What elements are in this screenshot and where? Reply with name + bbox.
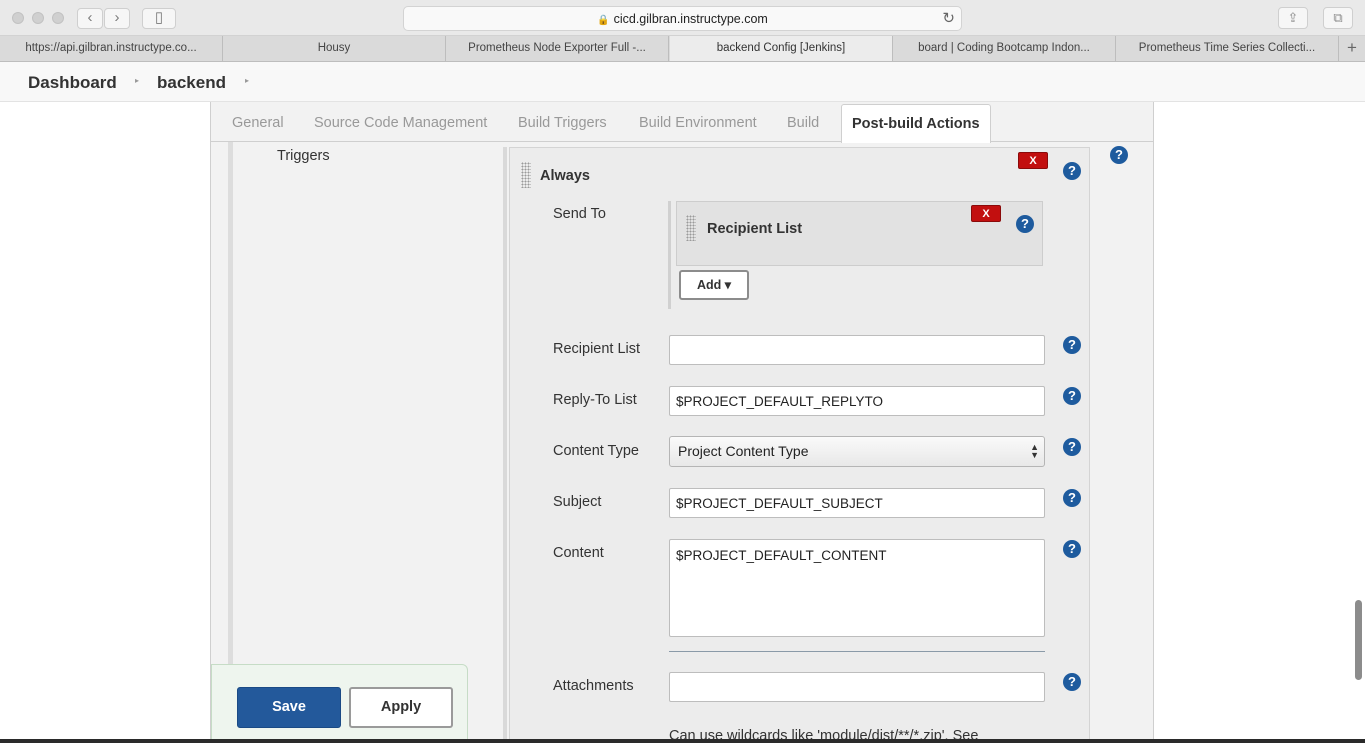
browser-tab[interactable]: https://api.gilbran.instructype.co...	[0, 36, 223, 61]
browser-tab[interactable]: Prometheus Node Exporter Full -...	[446, 36, 669, 61]
config-page: General Source Code Management Build Tri…	[210, 102, 1154, 743]
content-type-value: Project Content Type	[678, 443, 809, 459]
minimize-window-button[interactable]	[32, 12, 44, 24]
drag-handle-icon[interactable]	[686, 215, 696, 241]
sidebar-toggle-icon[interactable]: ▯	[142, 8, 176, 29]
help-icon[interactable]: ?	[1063, 489, 1081, 507]
content-label: Content	[553, 545, 604, 561]
always-trigger-panel: Always X ? Send To Recipient List X ? Ad…	[509, 147, 1090, 743]
breadcrumb-dashboard[interactable]: Dashboard	[28, 73, 117, 93]
tab-post-build-actions[interactable]: Post-build Actions	[841, 104, 991, 143]
attachments-label: Attachments	[553, 678, 634, 694]
bottom-edge	[0, 739, 1365, 743]
tab-general[interactable]: General	[232, 115, 284, 131]
url-text: cicd.gilbran.instructype.com	[613, 12, 768, 26]
help-icon[interactable]: ?	[1063, 336, 1081, 354]
browser-tab[interactable]: board | Coding Bootcamp Indon...	[893, 36, 1116, 61]
forward-icon[interactable]: ›	[104, 8, 130, 29]
tab-bar: https://api.gilbran.instructype.co... Ho…	[0, 36, 1365, 62]
subject-input[interactable]	[669, 488, 1045, 518]
content-type-label: Content Type	[553, 443, 639, 459]
triggers-label: Triggers	[277, 148, 330, 164]
lock-icon: 🔒	[597, 15, 610, 26]
zoom-window-button[interactable]	[52, 12, 64, 24]
close-window-button[interactable]	[12, 12, 24, 24]
breadcrumb-backend[interactable]: backend	[157, 73, 226, 93]
recipient-list-panel: Recipient List X ?	[676, 201, 1043, 266]
chevron-right-icon[interactable]: ▸	[245, 76, 249, 85]
recipient-list-label: Recipient List	[553, 341, 641, 357]
delete-trigger-button[interactable]: X	[1018, 152, 1048, 169]
content-type-select[interactable]: Project Content Type ▲ ▼	[669, 436, 1045, 467]
breadcrumb: Dashboard ▸ backend ▸	[0, 62, 1365, 102]
tab-build-environment[interactable]: Build Environment	[639, 115, 757, 131]
scrollbar-thumb[interactable]	[1355, 600, 1362, 680]
help-icon[interactable]: ?	[1063, 673, 1081, 691]
drag-handle-icon[interactable]	[521, 162, 531, 188]
delete-recipient-button[interactable]: X	[971, 205, 1001, 222]
caret-down-icon: ▾	[724, 278, 732, 292]
help-icon[interactable]: ?	[1063, 162, 1081, 180]
apply-button[interactable]: Apply	[349, 687, 453, 728]
section-indent-bar	[228, 142, 233, 743]
add-label: Add	[696, 278, 722, 292]
send-to-label: Send To	[553, 206, 606, 222]
content-divider	[669, 651, 1045, 652]
reply-to-label: Reply-To List	[553, 392, 637, 408]
chevron-right-icon[interactable]: ▸	[135, 76, 139, 85]
help-icon[interactable]: ?	[1063, 438, 1081, 456]
help-icon[interactable]: ?	[1016, 215, 1034, 233]
new-tab-icon[interactable]: +	[1339, 36, 1365, 61]
content-textarea[interactable]: $PROJECT_DEFAULT_CONTENT	[669, 539, 1045, 637]
back-icon[interactable]: ‹	[77, 8, 103, 29]
help-icon[interactable]: ?	[1110, 146, 1128, 164]
always-title: Always	[540, 168, 590, 184]
share-icon[interactable]: ⇪	[1278, 7, 1308, 29]
recipient-list-input[interactable]	[669, 335, 1045, 365]
browser-tab[interactable]: Prometheus Time Series Collecti...	[1116, 36, 1339, 61]
browser-tab[interactable]: Housy	[223, 36, 446, 61]
reload-icon[interactable]: ↻	[942, 9, 955, 27]
help-icon[interactable]: ?	[1063, 540, 1081, 558]
send-to-list: Recipient List X ? Add ▾	[668, 201, 1043, 309]
config-tabs: General Source Code Management Build Tri…	[211, 102, 1153, 143]
select-arrows-icon: ▲ ▼	[1030, 442, 1039, 460]
browser-toolbar: ‹ › ▯ 🔒 cicd.gilbran.instructype.com ↻ ⇪ …	[0, 0, 1365, 36]
tab-build[interactable]: Build	[787, 115, 819, 131]
reply-to-input[interactable]	[669, 386, 1045, 416]
tab-build-triggers[interactable]: Build Triggers	[518, 115, 607, 131]
help-icon[interactable]: ?	[1063, 387, 1081, 405]
subject-label: Subject	[553, 494, 602, 510]
address-bar[interactable]: 🔒 cicd.gilbran.instructype.com ↻	[403, 6, 962, 31]
browser-tab-active[interactable]: backend Config [Jenkins]	[670, 36, 893, 61]
save-button[interactable]: Save	[237, 687, 341, 728]
recipient-list-title: Recipient List	[707, 221, 803, 237]
save-apply-bar: Save Apply	[211, 664, 468, 743]
tab-source-code-management[interactable]: Source Code Management	[314, 115, 487, 131]
attachments-input[interactable]	[669, 672, 1045, 702]
show-tabs-icon[interactable]: ⧉	[1323, 7, 1353, 29]
section-indent-bar	[503, 147, 507, 743]
add-button[interactable]: Add ▾	[679, 270, 749, 300]
